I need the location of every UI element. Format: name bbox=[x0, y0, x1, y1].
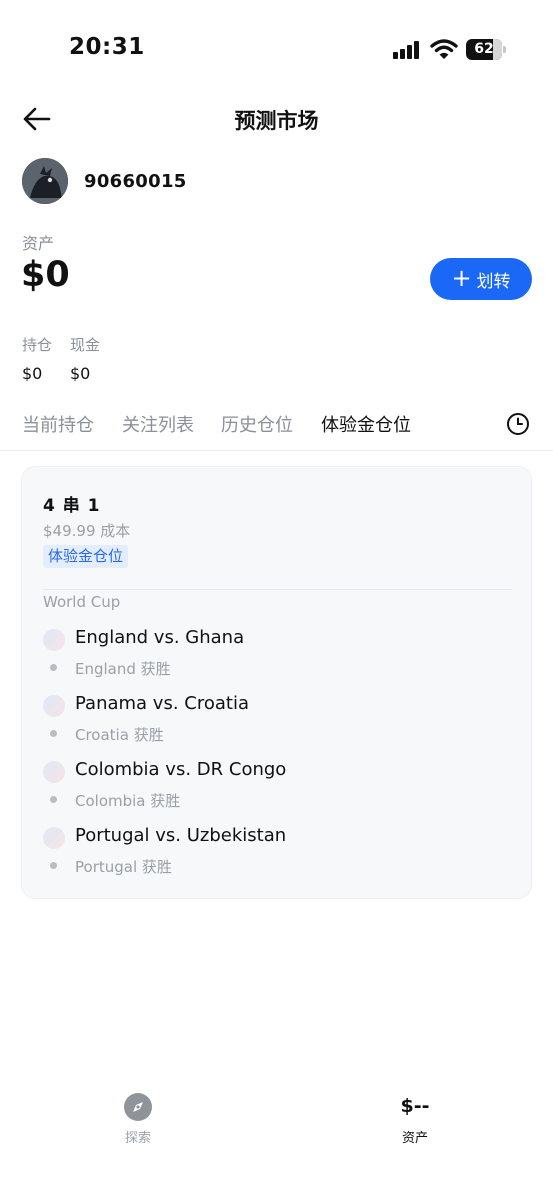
nav-explore[interactable]: 探索 bbox=[108, 1088, 168, 1146]
match-name: Portugal vs. Uzbekistan bbox=[75, 825, 287, 846]
match-icon bbox=[43, 629, 65, 651]
match-pick: Portugal 获胜 bbox=[75, 858, 172, 876]
tab-watchlist[interactable]: 关注列表 bbox=[122, 411, 194, 437]
cash-stat: 现金 $0 bbox=[70, 334, 100, 383]
parlay-cost: $49.99 成本 bbox=[43, 522, 131, 540]
clock-icon[interactable] bbox=[506, 412, 530, 436]
parlay-title: 4 串 1 bbox=[43, 496, 101, 516]
match-item[interactable]: Panama vs. Croatia Croatia 获胜 bbox=[43, 693, 513, 753]
user-id: 90660015 bbox=[84, 171, 187, 192]
page-header: 预测市场 bbox=[0, 96, 553, 142]
avatar[interactable] bbox=[22, 158, 68, 204]
match-name: Panama vs. Croatia bbox=[75, 693, 249, 714]
signal-icon bbox=[393, 41, 423, 59]
match-pick: Croatia 获胜 bbox=[75, 726, 164, 744]
match-name: England vs. Ghana bbox=[75, 627, 245, 648]
dot-icon bbox=[50, 862, 57, 869]
battery-icon: 62 bbox=[466, 39, 506, 60]
dot-icon bbox=[50, 796, 57, 803]
assets-label: 资产 bbox=[22, 234, 55, 253]
match-name: Colombia vs. DR Congo bbox=[75, 759, 287, 780]
match-icon bbox=[43, 761, 65, 783]
dot-icon bbox=[50, 730, 57, 737]
match-pick: England 获胜 bbox=[75, 660, 171, 678]
assets-value: $0 bbox=[21, 255, 70, 295]
status-bar: 20:31 62 bbox=[0, 0, 553, 100]
cash-label: 现金 bbox=[70, 336, 101, 354]
explore-label: 探索 bbox=[124, 1131, 151, 1146]
position-card[interactable]: 4 串 1 $49.99 成本 体验金仓位 World Cup England … bbox=[21, 466, 532, 899]
dot-icon bbox=[50, 664, 57, 671]
match-icon bbox=[43, 695, 65, 717]
holdings-stat: 持仓 $0 bbox=[22, 334, 52, 383]
match-item[interactable]: England vs. Ghana England 获胜 bbox=[43, 627, 513, 687]
nav-assets-label: 资产 bbox=[401, 1131, 428, 1146]
transfer-label: 划转 bbox=[476, 271, 511, 292]
card-divider bbox=[43, 589, 512, 590]
bottom-nav: 探索 $-- 资产 bbox=[0, 1088, 553, 1148]
transfer-button[interactable]: + 划转 bbox=[430, 258, 532, 300]
cash-value: $0 bbox=[70, 364, 91, 383]
page-title: 预测市场 bbox=[234, 109, 319, 133]
wifi-icon bbox=[430, 39, 458, 59]
tabs-divider bbox=[0, 450, 553, 451]
holdings-label: 持仓 bbox=[22, 336, 53, 354]
position-tabs: 当前持仓 关注列表 历史仓位 体验金仓位 bbox=[0, 405, 553, 441]
match-item[interactable]: Colombia vs. DR Congo Colombia 获胜 bbox=[43, 759, 513, 819]
holdings-value: $0 bbox=[22, 364, 43, 383]
league-name: World Cup bbox=[43, 593, 121, 611]
nav-assets[interactable]: $-- 资产 bbox=[384, 1088, 446, 1146]
plus-icon: + bbox=[451, 264, 472, 292]
match-item[interactable]: Portugal vs. Uzbekistan Portugal 获胜 bbox=[43, 825, 513, 885]
tab-trial-fund-positions[interactable]: 体验金仓位 bbox=[321, 411, 411, 437]
trial-fund-badge: 体验金仓位 bbox=[43, 545, 129, 568]
compass-icon bbox=[124, 1093, 152, 1121]
tab-current-positions[interactable]: 当前持仓 bbox=[22, 411, 94, 437]
match-icon bbox=[43, 827, 65, 849]
battery-level: 62 bbox=[474, 41, 494, 57]
nav-assets-value: $-- bbox=[400, 1095, 430, 1117]
status-time: 20:31 bbox=[69, 34, 145, 60]
match-pick: Colombia 获胜 bbox=[75, 792, 181, 810]
tab-history-positions[interactable]: 历史仓位 bbox=[221, 411, 293, 437]
